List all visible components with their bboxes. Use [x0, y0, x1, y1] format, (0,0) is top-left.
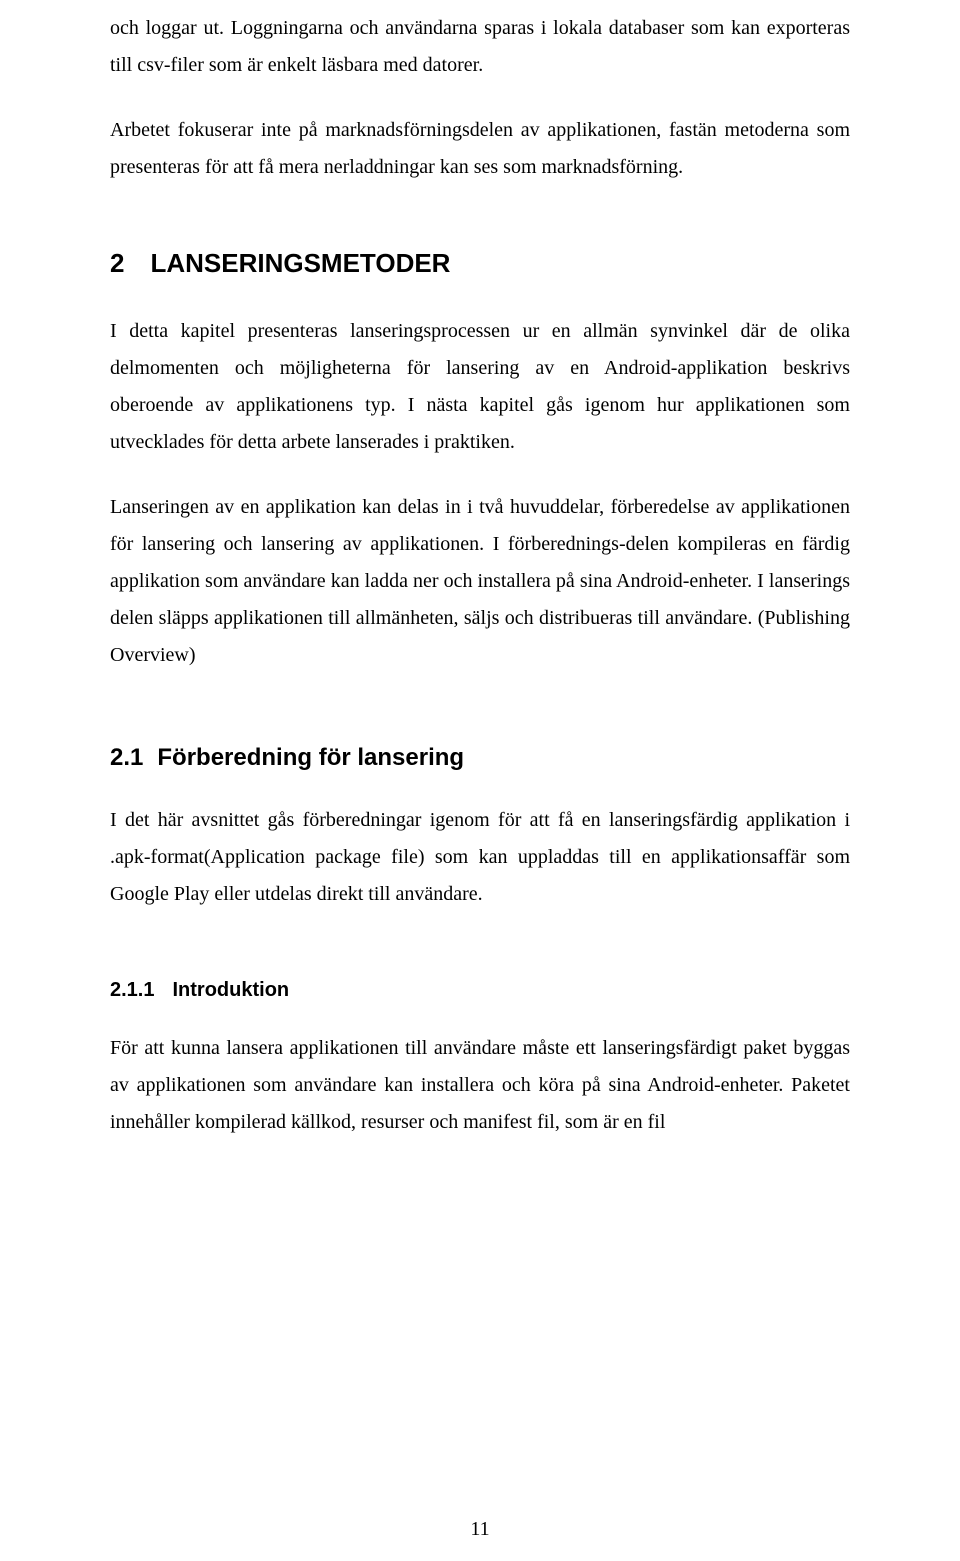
heading-section-2-1-number: 2.1	[110, 744, 143, 772]
page-number: 11	[0, 1518, 960, 1541]
paragraph-section21-1: I det här avsnittet gås förberedningar i…	[110, 802, 850, 913]
heading-subsection-2-1-1: 2.1.1 Introduktion	[110, 979, 850, 1002]
paragraph-sub211-1: För att kunna lansera applikationen till…	[110, 1030, 850, 1141]
heading-subsection-2-1-1-title: Introduktion	[172, 979, 289, 1001]
heading-chapter-2: 2 LANSERINGSMETODER	[110, 248, 850, 279]
paragraph-chapter2-1: I detta kapitel presenteras lanseringspr…	[110, 313, 850, 461]
paragraph-chapter2-2: Lanseringen av en applikation kan delas …	[110, 489, 850, 674]
document-page: och loggar ut. Loggningarna och användar…	[0, 0, 960, 1561]
paragraph-intro-1: och loggar ut. Loggningarna och användar…	[110, 10, 850, 84]
heading-chapter-2-title: LANSERINGSMETODER	[150, 248, 450, 278]
heading-subsection-2-1-1-number: 2.1.1	[110, 979, 154, 1002]
heading-chapter-2-number: 2	[110, 248, 124, 279]
heading-section-2-1: 2.1 Förberedning för lansering	[110, 744, 850, 772]
paragraph-intro-2: Arbetet fokuserar inte på marknadsförnin…	[110, 112, 850, 186]
heading-section-2-1-title: Förberedning för lansering	[157, 744, 464, 771]
